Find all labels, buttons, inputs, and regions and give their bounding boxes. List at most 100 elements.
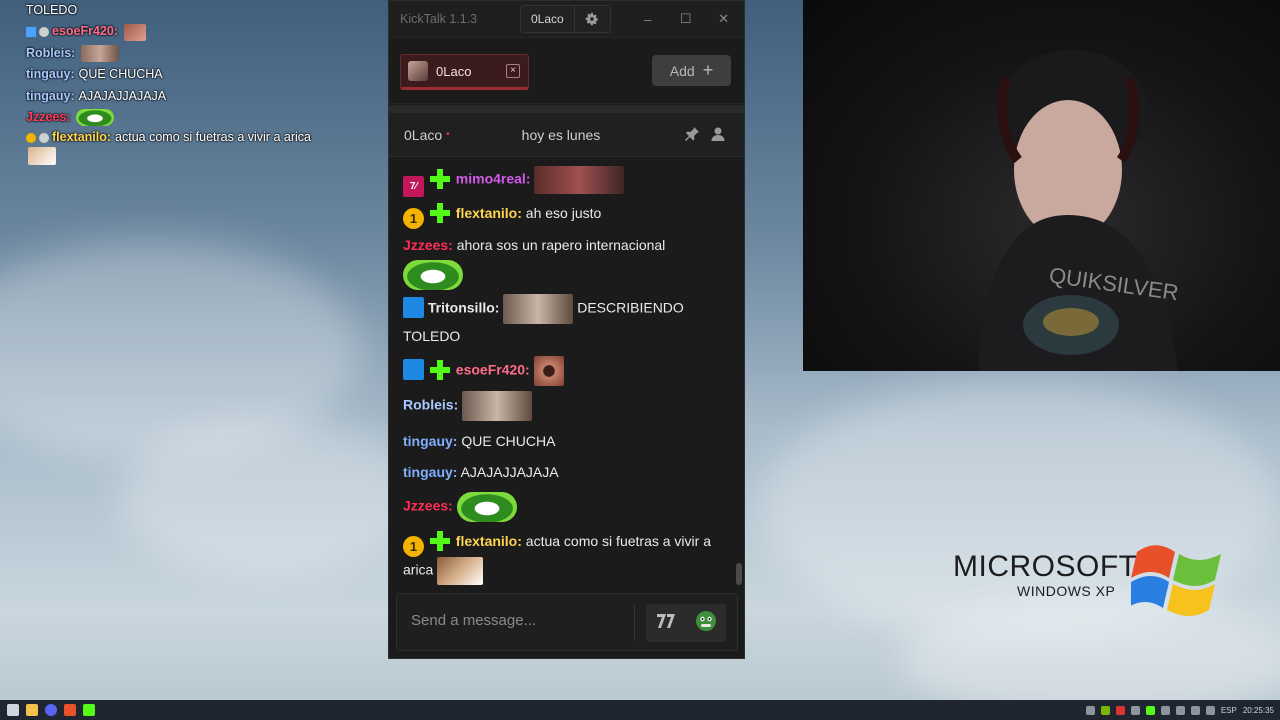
stream-title: hoy es lunes bbox=[521, 126, 601, 143]
pin-icon[interactable] bbox=[684, 126, 700, 147]
grin-emote-icon bbox=[456, 492, 517, 522]
title-bar: KickTalk 1.1.3 0Laco – ☐ ✕ bbox=[389, 1, 744, 38]
windows-xp-logo: MICROSOFT WINDOWS XP bbox=[953, 540, 1233, 630]
mod-badge-icon bbox=[403, 358, 424, 380]
channel-tab[interactable]: 0Laco × bbox=[400, 54, 529, 90]
clock[interactable]: 20:25:35 bbox=[1243, 706, 1274, 715]
chat-message: Tritonsillo: DESCRIBIENDO TOLEDO bbox=[403, 294, 713, 349]
file-explorer-icon[interactable] bbox=[26, 704, 38, 716]
overlay-chat-line: esoeFr420: bbox=[26, 21, 326, 42]
tray-icon[interactable] bbox=[1160, 705, 1170, 715]
kick-app-icon[interactable] bbox=[83, 704, 95, 716]
overlay-message-text: QUE CHUCHA bbox=[78, 67, 163, 82]
streamer-image: QUIKSILVER bbox=[978, 50, 1180, 371]
close-tab-button[interactable]: × bbox=[506, 64, 520, 78]
gift-sub-badge-icon bbox=[429, 531, 450, 551]
emote-buttons bbox=[646, 604, 726, 642]
overlay-chat-line: Robleis: bbox=[26, 43, 326, 64]
chat-message: Robleis: bbox=[403, 391, 713, 421]
emote-icon bbox=[437, 557, 484, 585]
username[interactable]: Tritonsillo: bbox=[428, 300, 500, 316]
windows-flag-icon bbox=[1131, 545, 1221, 616]
mod-badge-icon bbox=[403, 296, 424, 318]
overlay-username: Robleis: bbox=[26, 45, 76, 60]
username[interactable]: esoeFr420: bbox=[456, 362, 530, 378]
overlay-message-text: actua como si fuetras a vivir a arica bbox=[115, 130, 311, 145]
microphone-icon[interactable] bbox=[1175, 705, 1185, 715]
overlay-username: Jzzees: bbox=[26, 110, 71, 125]
overlay-chat-line: tingauy: QUE CHUCHA bbox=[26, 64, 326, 85]
message-text: ahora sos un rapero internacional bbox=[456, 237, 666, 253]
chat-message: 7⁄ mimo4real: bbox=[403, 166, 713, 197]
username[interactable]: flextanilo: bbox=[456, 205, 522, 221]
username[interactable]: tingauy: bbox=[403, 433, 457, 449]
taskbar: ESP 20:25:35 bbox=[0, 700, 1280, 720]
overlay-message-text: TOLEDO bbox=[26, 3, 78, 17]
chat-message: esoeFr420: bbox=[403, 356, 713, 386]
channel-avatar bbox=[408, 61, 428, 81]
emote-icon bbox=[534, 166, 625, 194]
username[interactable]: tingauy: bbox=[403, 464, 457, 480]
gift-badge-icon bbox=[39, 27, 49, 38]
tray-icon[interactable] bbox=[1145, 705, 1155, 715]
network-icon[interactable] bbox=[1190, 705, 1200, 715]
message-composer bbox=[396, 593, 738, 651]
close-button[interactable]: ✕ bbox=[705, 1, 743, 38]
overlay-chat-line: flextanilo: actua como si fuetras a vivi… bbox=[26, 128, 326, 166]
sub-badge-icon: 1 bbox=[403, 536, 424, 557]
message-input[interactable] bbox=[411, 612, 621, 629]
kicktalk-window: KickTalk 1.1.3 0Laco – ☐ ✕ 0Laco × Add +… bbox=[388, 0, 745, 659]
gift-badge-icon bbox=[39, 132, 49, 143]
username[interactable]: Jzzees: bbox=[403, 498, 453, 514]
chat-message: tingauy: QUE CHUCHA bbox=[403, 429, 713, 454]
system-tray: ESP 20:25:35 bbox=[1085, 700, 1274, 720]
volume-icon[interactable] bbox=[1205, 705, 1215, 715]
language-indicator[interactable]: ESP bbox=[1221, 706, 1237, 715]
overlay-username: tingauy: bbox=[26, 67, 75, 82]
user-icon[interactable] bbox=[710, 126, 726, 147]
tray-icon[interactable] bbox=[1130, 705, 1140, 715]
chat-message: 1 flextanilo: ah eso justo bbox=[403, 201, 713, 229]
add-channel-label: Add bbox=[669, 62, 695, 79]
channel-tab-bar: 0Laco × Add + bbox=[389, 38, 744, 104]
add-channel-button[interactable]: Add + bbox=[652, 55, 731, 86]
overlay-message-text: AJAJAJJAJAJA bbox=[78, 88, 167, 103]
gift-sub-badge-icon bbox=[429, 359, 450, 380]
gear-icon bbox=[585, 12, 598, 26]
message-text: AJAJAJJAJAJA bbox=[460, 464, 559, 480]
username[interactable]: flextanilo: bbox=[456, 533, 522, 549]
streamer-name: 0Laco bbox=[404, 126, 443, 143]
scrollbar-thumb[interactable] bbox=[736, 563, 742, 585]
current-user-button[interactable]: 0Laco bbox=[520, 5, 575, 33]
mod-badge-icon bbox=[26, 27, 36, 38]
username[interactable]: Jzzees: bbox=[403, 237, 453, 253]
tray-icon[interactable] bbox=[1085, 705, 1095, 715]
emote-icon bbox=[124, 23, 147, 41]
sub-badge-icon bbox=[26, 132, 36, 143]
logo-brand-text: MICROSOFT bbox=[953, 550, 1138, 583]
cloud bbox=[120, 420, 420, 580]
plus-icon: + bbox=[702, 60, 714, 80]
maximize-button[interactable]: ☐ bbox=[667, 1, 705, 38]
channel-tab-label: 0Laco bbox=[436, 63, 472, 79]
chat-message: 1 flextanilo: actua como si fuetras a vi… bbox=[403, 529, 713, 585]
windows-start-icon[interactable] bbox=[7, 704, 19, 716]
tray-icon[interactable] bbox=[1100, 705, 1110, 715]
emote-icon bbox=[533, 356, 564, 386]
tray-icon[interactable] bbox=[1115, 705, 1125, 715]
app-title: KickTalk 1.1.3 bbox=[400, 12, 478, 26]
7tv-emotes-icon[interactable] bbox=[695, 610, 717, 637]
settings-button[interactable] bbox=[574, 5, 611, 33]
minimize-button[interactable]: – bbox=[629, 1, 667, 38]
kick-emotes-icon[interactable] bbox=[655, 612, 677, 635]
chat-message: tingauy: AJAJAJJAJAJA bbox=[403, 460, 713, 485]
grin-emote-icon bbox=[76, 109, 115, 127]
discord-icon[interactable] bbox=[45, 704, 57, 716]
gift-sub-badge-icon bbox=[429, 203, 450, 223]
username[interactable]: mimo4real: bbox=[456, 171, 531, 187]
emote-icon bbox=[28, 147, 56, 166]
brave-icon[interactable] bbox=[64, 704, 76, 716]
divider bbox=[634, 605, 635, 641]
chat-message-list: 7⁄ mimo4real: 1 flextanilo: ah eso justo… bbox=[389, 159, 737, 589]
username[interactable]: Robleis: bbox=[403, 397, 458, 413]
